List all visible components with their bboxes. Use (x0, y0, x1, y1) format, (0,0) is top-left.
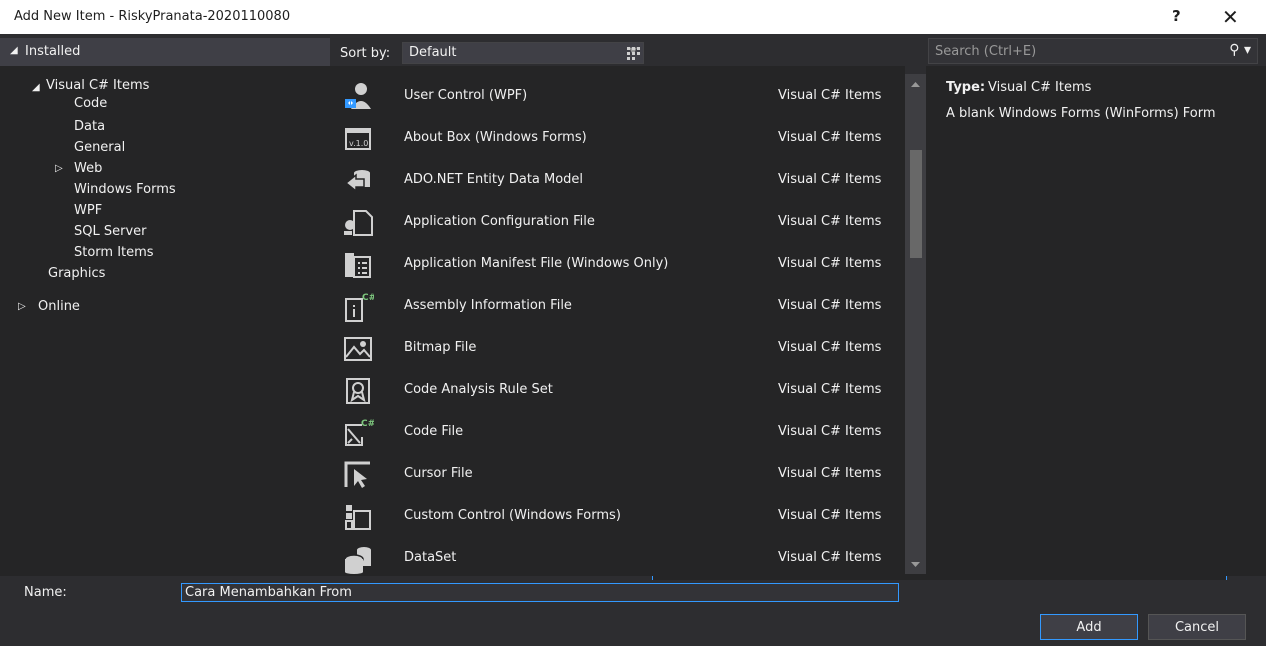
tree-node-graphics[interactable]: Graphics (48, 266, 105, 281)
collapse-arrow-icon: ◢ (10, 45, 18, 56)
sort-label: Sort by: (340, 46, 391, 61)
tree-node-visual-csharp[interactable]: Visual C# Items (46, 78, 149, 93)
item-category: Visual C# Items (778, 508, 882, 523)
tree-node-general[interactable]: General (74, 140, 125, 155)
tree-node-wpf[interactable]: WPF (74, 203, 102, 218)
tree-node-storm-items[interactable]: Storm Items (74, 245, 154, 260)
item-category: Visual C# Items (778, 424, 882, 439)
svg-text:v.1.0: v.1.0 (349, 139, 368, 148)
bitmap-icon (344, 337, 372, 361)
title-bar: Add New Item - RiskyPranata-2020110080 ?… (0, 0, 1266, 34)
item-name: About Box (Windows Forms) (404, 130, 587, 145)
cursor-icon (344, 461, 370, 488)
svg-text:C#: C# (361, 419, 374, 429)
about-box-icon: v.1.0 (345, 128, 371, 150)
item-category: Visual C# Items (778, 298, 882, 313)
item-name: Application Configuration File (404, 214, 595, 229)
sort-value: Default (409, 45, 457, 60)
item-description: A blank Windows Forms (WinForms) Form (946, 106, 1216, 121)
list-scrollbar[interactable] (905, 74, 926, 574)
tree-node-online[interactable]: Online (38, 299, 80, 314)
scroll-thumb[interactable] (910, 150, 922, 258)
scroll-up-icon[interactable] (905, 74, 926, 94)
collapsed-arrow-icon[interactable]: ▷ (55, 163, 63, 174)
list-item[interactable]: Code Analysis Rule Set Visual C# Items (330, 370, 905, 412)
tree-node-windows-forms[interactable]: Windows Forms (74, 182, 176, 197)
item-name: Code File (404, 424, 464, 439)
scroll-down-icon[interactable] (905, 554, 926, 574)
item-name: Bitmap File (404, 340, 477, 355)
item-name: Cursor File (404, 466, 473, 481)
rule-set-icon (346, 378, 370, 404)
search-box[interactable]: Search (Ctrl+E) ⚲ ▾ (928, 38, 1258, 64)
window-title: Add New Item - RiskyPranata-2020110080 (14, 9, 291, 24)
code-file-icon: C# (345, 419, 374, 446)
custom-control-icon (345, 505, 371, 530)
small-icons-view-button[interactable] (622, 42, 644, 64)
search-placeholder: Search (Ctrl+E) (935, 44, 1037, 59)
template-list: User Control (WPF) Visual C# Items v.1.0… (330, 66, 905, 576)
grid-view-icon (627, 47, 640, 60)
entity-model-icon (344, 170, 370, 193)
config-file-icon (344, 210, 373, 236)
list-item[interactable]: DataSet Visual C# Items (330, 538, 905, 580)
type-label: Type: (946, 80, 986, 95)
list-item[interactable]: Bitmap File Visual C# Items (330, 328, 905, 370)
list-item[interactable]: Cursor File Visual C# Items (330, 454, 905, 496)
assembly-info-icon: C# (345, 293, 374, 322)
item-name: User Control (WPF) (404, 88, 528, 103)
tree-node-web[interactable]: Web (74, 161, 102, 176)
item-category: Visual C# Items (778, 256, 882, 271)
cancel-button[interactable]: Cancel (1148, 614, 1246, 640)
item-category: Visual C# Items (778, 130, 882, 145)
item-category: Visual C# Items (778, 172, 882, 187)
user-control-icon (345, 83, 371, 109)
type-value: Visual C# Items (988, 80, 1092, 95)
list-item[interactable]: User Control (WPF) Visual C# Items (330, 76, 905, 118)
svg-text:C#: C# (362, 293, 374, 303)
tree-node-code[interactable]: Code (74, 96, 107, 111)
item-category: Visual C# Items (778, 382, 882, 397)
installed-label: Installed (25, 44, 81, 59)
tree-node-sql-server[interactable]: SQL Server (74, 224, 147, 239)
sort-select[interactable]: Default ▼ (402, 42, 644, 64)
item-category: Visual C# Items (778, 340, 882, 355)
list-item[interactable]: v.1.0 About Box (Windows Forms) Visual C… (330, 118, 905, 160)
item-category: Visual C# Items (778, 214, 882, 229)
item-category: Visual C# Items (778, 88, 882, 103)
search-icon[interactable]: ⚲ ▾ (1229, 42, 1251, 58)
category-tree: ◢ Visual C# Items Code Data General ▷ We… (0, 66, 330, 576)
details-panel: Type: Visual C# Items A blank Windows Fo… (926, 66, 1266, 576)
item-name: Custom Control (Windows Forms) (404, 508, 621, 523)
name-field[interactable] (181, 583, 899, 602)
item-name: Application Manifest File (Windows Only) (404, 256, 669, 271)
help-button[interactable]: ? (1172, 7, 1181, 25)
dataset-icon (344, 547, 371, 574)
collapsed-arrow-icon[interactable]: ▷ (18, 301, 26, 312)
list-item[interactable]: ADO.NET Entity Data Model Visual C# Item… (330, 160, 905, 202)
close-button[interactable]: ✕ (1222, 5, 1239, 29)
installed-header[interactable]: ◢ Installed (0, 38, 330, 66)
list-item[interactable]: Custom Control (Windows Forms) Visual C#… (330, 496, 905, 538)
list-item[interactable]: C# Code File Visual C# Items (330, 412, 905, 454)
manifest-file-icon (345, 253, 371, 278)
item-name: Assembly Information File (404, 298, 572, 313)
item-name: DataSet (404, 550, 457, 565)
name-label: Name: (24, 585, 67, 600)
item-name: Code Analysis Rule Set (404, 382, 553, 397)
sort-bar: Sort by: Default ▼ (330, 38, 1227, 614)
expanded-arrow-icon[interactable]: ◢ (32, 82, 40, 93)
list-item[interactable]: C# Assembly Information File Visual C# I… (330, 286, 905, 328)
list-item[interactable]: Application Manifest File (Windows Only)… (330, 244, 905, 286)
list-item[interactable]: Application Configuration File Visual C#… (330, 202, 905, 244)
add-button[interactable]: Add (1040, 614, 1138, 640)
item-name: ADO.NET Entity Data Model (404, 172, 584, 187)
tree-node-data[interactable]: Data (74, 119, 105, 134)
item-category: Visual C# Items (778, 550, 882, 565)
item-category: Visual C# Items (778, 466, 882, 481)
